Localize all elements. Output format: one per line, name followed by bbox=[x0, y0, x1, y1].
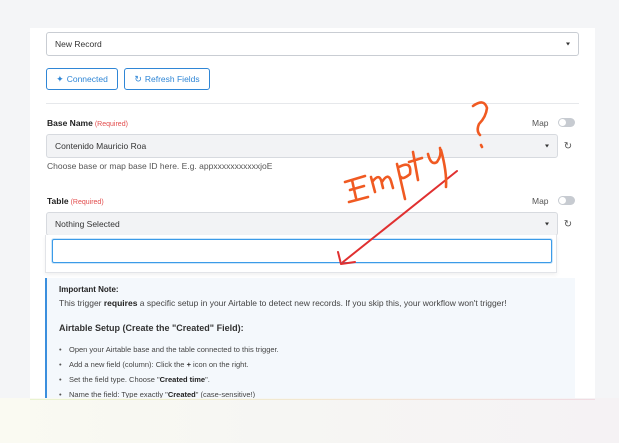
annotation-arrow bbox=[337, 170, 458, 265]
annotation-empty-text bbox=[343, 101, 489, 204]
handwritten-annotation bbox=[337, 101, 489, 265]
